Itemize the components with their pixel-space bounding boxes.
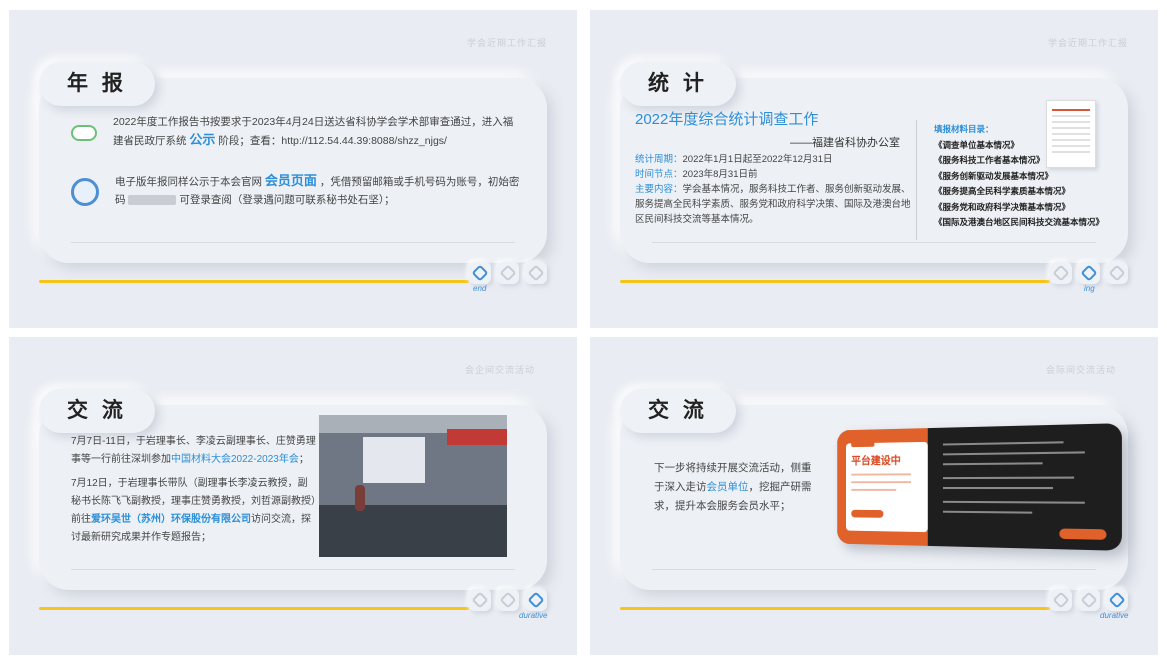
conference-link[interactable]: 中国材料大会2022-2023年会 <box>171 454 299 465</box>
slide-annual-report: 学会近期工作汇报 年 报 2022年度工作报告书按要求于2023年4月24日送达… <box>9 10 577 328</box>
nav-button-3[interactable] <box>525 589 547 611</box>
list-item: 《服务科技工作者基本情况》 <box>934 155 1045 165</box>
nav-label: durative <box>519 611 548 620</box>
corner-tag: 学会近期工作汇报 <box>1047 38 1128 48</box>
card-button <box>851 509 884 518</box>
survey-details: 统计周期：2022年1月1日起至2022年12月31日 时间节点：2023年8月… <box>635 154 911 225</box>
meeting-photo <box>319 415 507 557</box>
member-page-link[interactable]: 会员页面 <box>265 173 317 188</box>
nav-button-3[interactable] <box>1106 589 1128 611</box>
nav-label: end <box>473 284 487 293</box>
hexagon-icon <box>1080 591 1098 609</box>
slide-nav <box>469 589 547 611</box>
exchange-text: 7月7日-11日，于岩理事长、李凌云副理事长、庄赞勇理事等一行前往深圳参加中国材… <box>71 436 316 543</box>
member-unit-link[interactable]: 会员单位 <box>707 481 749 493</box>
hexagon-icon <box>1108 264 1126 282</box>
nav-button-1[interactable] <box>1050 589 1072 611</box>
nav-button-3[interactable] <box>525 262 547 284</box>
hexagon-icon <box>471 264 489 282</box>
masked-password <box>128 195 177 206</box>
hexagon-icon <box>1052 264 1070 282</box>
progress-bar <box>620 280 1050 283</box>
hexagon-icon <box>527 264 545 282</box>
corner-tag: 会际间交流活动 <box>1045 365 1116 375</box>
hexagon-icon <box>1052 591 1070 609</box>
slide-title: 交 流 <box>39 389 155 433</box>
slide-title: 交 流 <box>620 389 736 433</box>
nav-label: durative <box>1100 611 1129 620</box>
corner-tag: 会企间交流活动 <box>464 365 535 375</box>
slide-nav <box>469 262 547 284</box>
progress-bar <box>39 280 469 283</box>
nav-button-1[interactable] <box>469 262 491 284</box>
list-item: 《调查单位基本情况》 <box>934 139 1020 150</box>
hexagon-icon <box>499 264 517 282</box>
list-item: 《国际及港澳台地区民间科技交流基本情况》 <box>934 217 1105 227</box>
slide-nav <box>1050 262 1128 284</box>
materials-list: 填报材料目录： 《调查单位基本情况》 《服务科技工作者基本情况》 《服务创新驱动… <box>934 122 1124 231</box>
slide-exchange-society: 会际间交流活动 交 流 下一步将持续开展交流活动，侧重于深入走访会员单位，挖掘产… <box>590 337 1158 655</box>
slide-exchange-enterprise: 会企间交流活动 交 流 7月7日-11日，于岩理事长、李凌云副理事长、庄赞勇理事… <box>9 337 577 655</box>
nav-button-2[interactable] <box>1078 262 1100 284</box>
card-title: 平台建设中 <box>851 454 901 468</box>
report-row-website: 电子版年报同样公示于本会官网 会员页面 ，凭借预留邮箱或手机号码为账号，初始密码… <box>71 172 521 209</box>
survey-heading: 2022年度综合统计调查工作 <box>635 111 819 128</box>
list-item: 《服务党和政府科学决策基本情况》 <box>934 201 1071 212</box>
badge-icon <box>71 125 97 141</box>
report-row-publicity: 2022年度工作报告书按要求于2023年4月24日送达省科协学会学术部审查通过，… <box>71 113 521 150</box>
platform-card: 平台建设中 <box>837 423 1122 551</box>
slide-title: 年 报 <box>39 62 155 106</box>
survey-org: ——福建省科协办公室 <box>790 137 900 149</box>
list-item: 《服务提高全民科学素质基本情况》 <box>934 186 1071 196</box>
nav-label: ing <box>1084 284 1095 293</box>
corner-tag: 学会近期工作汇报 <box>466 38 547 48</box>
progress-bar <box>39 607 469 610</box>
plan-text: 下一步将持续开展交流活动，侧重于深入走访会员单位，挖掘产研需求，提升本会服务会员… <box>654 462 812 512</box>
hexagon-icon <box>1108 591 1126 609</box>
list-item: 《服务创新驱动发展基本情况》 <box>934 170 1054 181</box>
nav-button-2[interactable] <box>1078 589 1100 611</box>
seal-icon <box>71 178 99 206</box>
company-link[interactable]: 爱环吴世（苏州）环保股份有限公司 <box>91 514 251 525</box>
nav-button-1[interactable] <box>1050 262 1072 284</box>
hexagon-icon <box>499 591 517 609</box>
divider <box>916 120 917 240</box>
publicity-link[interactable]: 公示 <box>189 132 215 147</box>
progress-bar <box>620 607 1050 610</box>
slide-statistics: 学会近期工作汇报 统 计 2022年度综合统计调查工作 ——福建省科协办公室 统… <box>590 10 1158 328</box>
hexagon-icon <box>471 591 489 609</box>
nav-button-3[interactable] <box>1106 262 1128 284</box>
hexagon-icon <box>1080 264 1098 282</box>
slide-nav <box>1050 589 1128 611</box>
nav-button-1[interactable] <box>469 589 491 611</box>
slide-title: 统 计 <box>620 62 736 106</box>
nav-button-2[interactable] <box>497 589 519 611</box>
nav-button-2[interactable] <box>497 262 519 284</box>
hexagon-icon <box>527 591 545 609</box>
